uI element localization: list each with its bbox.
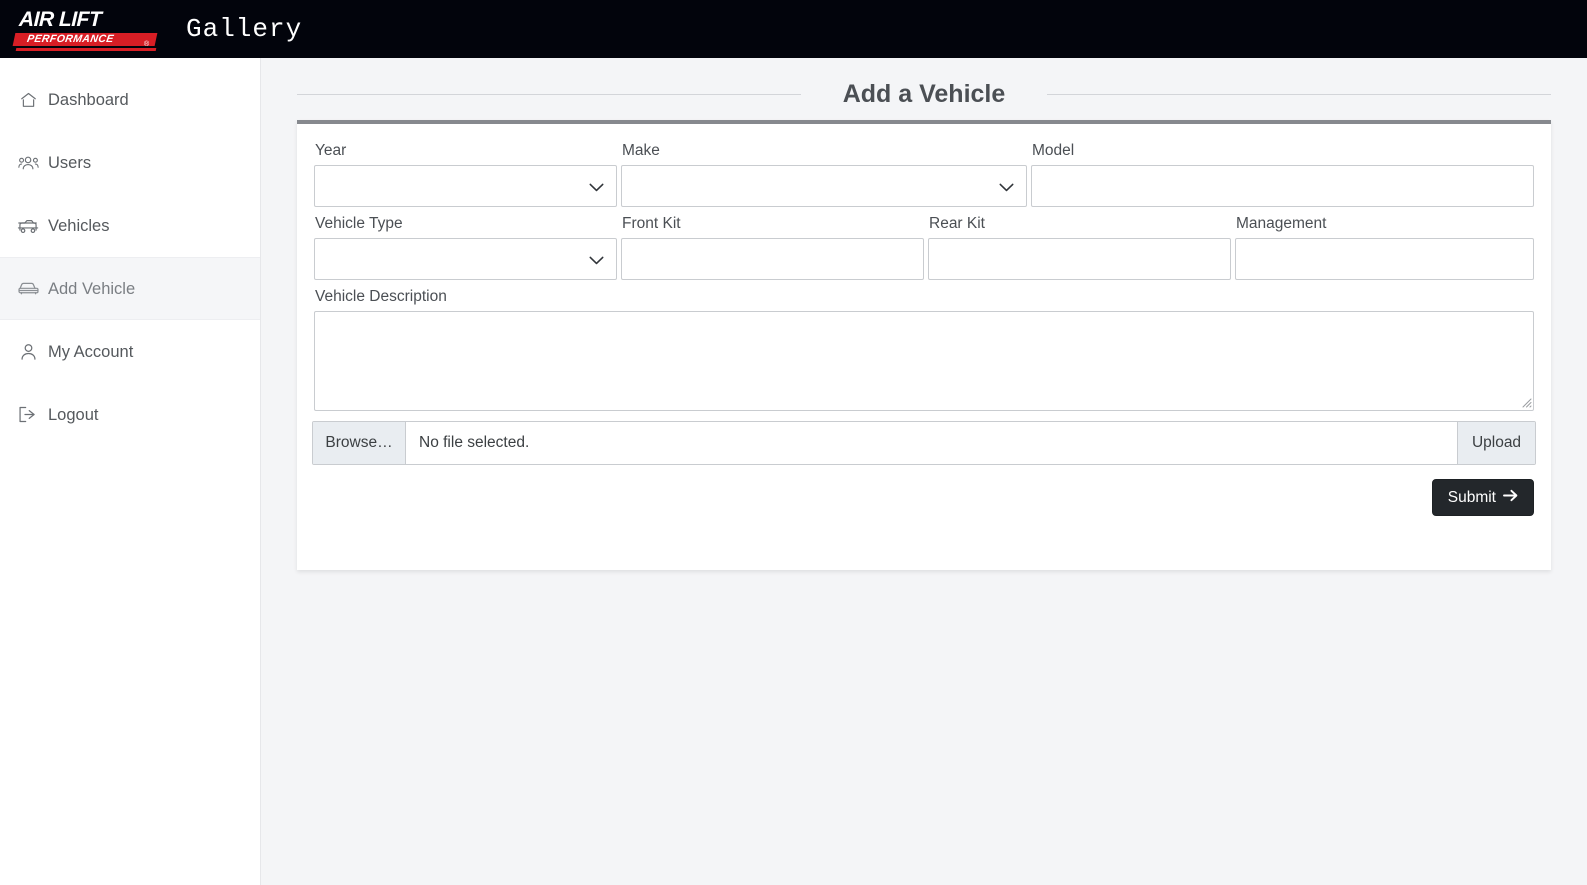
arrow-right-icon [1503, 489, 1518, 507]
field-group-front-kit: Front Kit [619, 213, 926, 280]
upload-button[interactable]: Upload [1457, 422, 1535, 464]
top-header-bar: AIR LIFT PERFORMANCE ® Gallery [0, 0, 1587, 58]
year-label: Year [315, 142, 347, 159]
vehicle-description-wrapper [314, 311, 1534, 411]
logo-line2-text: PERFORMANCE [26, 33, 115, 45]
sign-out-icon [17, 405, 39, 425]
field-group-management: Management [1233, 213, 1536, 280]
sidebar-item-label: Logout [48, 405, 99, 424]
users-icon [17, 153, 39, 173]
field-group-vehicle-description: Vehicle Description [312, 286, 1536, 411]
sidebar-item-vehicles[interactable]: Vehicles [0, 194, 260, 257]
rear-kit-input[interactable] [928, 238, 1231, 280]
sidebar-item-add-vehicle[interactable]: Add Vehicle [0, 257, 260, 320]
model-input[interactable] [1031, 165, 1534, 207]
sidebar-navigation: Dashboard Users Vehicles Add Vehicle My … [0, 58, 261, 885]
add-vehicle-form-card: Year Make Model Vehicle Type Front Kit R… [297, 120, 1551, 570]
logo-registered-mark: ® [144, 41, 150, 48]
submit-row: Submit [312, 479, 1536, 516]
sidebar-item-logout[interactable]: Logout [0, 383, 260, 446]
year-select[interactable] [314, 165, 617, 207]
front-kit-label: Front Kit [622, 215, 681, 232]
vehicle-description-label: Vehicle Description [315, 288, 447, 305]
rear-kit-label: Rear Kit [929, 215, 985, 232]
vehicle-type-label: Vehicle Type [315, 215, 403, 232]
vehicle-type-select[interactable] [314, 238, 617, 280]
submit-button-label: Submit [1447, 488, 1496, 506]
home-icon [17, 90, 39, 110]
sidebar-item-label: My Account [48, 342, 134, 361]
field-group-make: Make [619, 140, 1029, 207]
sidebar-item-label: Add Vehicle [48, 279, 136, 298]
sidebar-item-label: Dashboard [48, 90, 129, 109]
vehicle-type-select-wrapper[interactable] [314, 238, 617, 280]
management-label: Management [1236, 215, 1327, 232]
sidebar-item-label: Vehicles [48, 216, 110, 235]
field-group-vehicle-type: Vehicle Type [312, 213, 619, 280]
sidebar-item-label: Users [48, 153, 92, 172]
management-input[interactable] [1235, 238, 1534, 280]
car-side-icon [17, 216, 39, 236]
user-icon [17, 342, 39, 362]
model-label: Model [1032, 142, 1075, 159]
make-select[interactable] [621, 165, 1027, 207]
heading-rule-left [297, 93, 801, 95]
logo-line1-text: AIR LIFT [18, 8, 102, 31]
brand-title: Gallery [186, 14, 303, 44]
car-front-icon [17, 279, 39, 299]
air-lift-performance-logo[interactable]: AIR LIFT PERFORMANCE ® [12, 6, 158, 52]
sidebar-item-dashboard[interactable]: Dashboard [0, 68, 260, 131]
sidebar-item-my-account[interactable]: My Account [0, 320, 260, 383]
file-upload-row: Browse… No file selected. Upload [312, 421, 1536, 465]
form-row-1: Year Make Model [312, 140, 1536, 207]
field-group-model: Model [1029, 140, 1536, 207]
field-group-year: Year [312, 140, 619, 207]
form-row-2: Vehicle Type Front Kit Rear Kit Manageme… [312, 213, 1536, 280]
vehicle-description-textarea[interactable] [314, 311, 1534, 411]
form-card-body: Year Make Model Vehicle Type Front Kit R… [297, 124, 1551, 516]
sidebar-item-users[interactable]: Users [0, 131, 260, 194]
page-heading-row: Add a Vehicle [297, 72, 1551, 116]
front-kit-input[interactable] [621, 238, 924, 280]
submit-button[interactable]: Submit [1431, 479, 1534, 516]
year-select-wrapper[interactable] [314, 165, 617, 207]
browse-button[interactable]: Browse… [313, 422, 406, 464]
make-select-wrapper[interactable] [621, 165, 1027, 207]
page-title: Add a Vehicle [842, 79, 1006, 108]
field-group-rear-kit: Rear Kit [926, 213, 1233, 280]
main-content-area: Add a Vehicle Year Make Model Vehicle Ty… [261, 58, 1587, 885]
file-status-text: No file selected. [419, 434, 530, 451]
logo-red-underline [15, 48, 157, 51]
make-label: Make [622, 142, 660, 159]
heading-rule-right [1047, 93, 1551, 95]
